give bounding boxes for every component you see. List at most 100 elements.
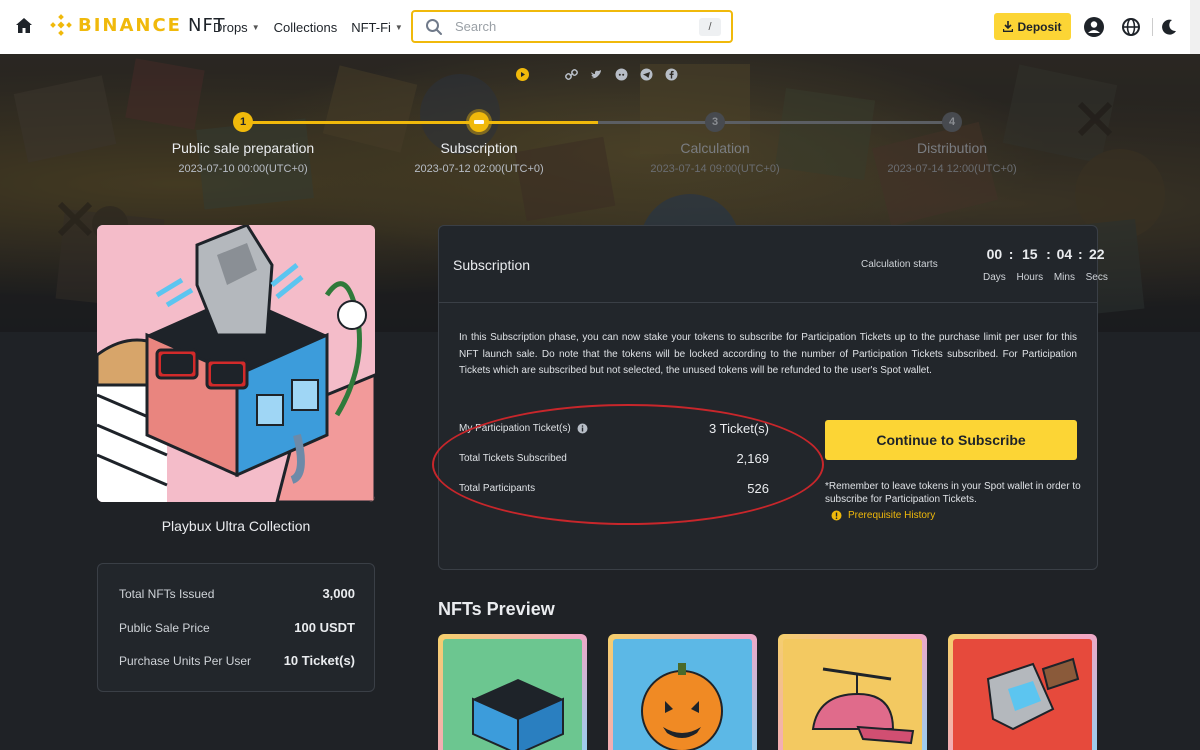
step-4-marker: 4 [942, 112, 962, 132]
step-2-date: 2023-07-12 02:00(UTC+0) [414, 163, 544, 175]
globe-icon[interactable] [1120, 16, 1142, 38]
countdown-mins-value: 04 [1056, 246, 1073, 262]
prerequisite-history-label: Prerequisite History [848, 510, 936, 521]
countdown-secs: 22 Secs [1086, 246, 1108, 283]
scrollbar-track[interactable] [1190, 0, 1200, 54]
countdown-hours-value: 15 [1022, 246, 1038, 262]
nft-preview-image [443, 639, 582, 750]
twitter-icon[interactable] [590, 68, 603, 81]
header-divider [1152, 18, 1153, 36]
countdown-secs-unit: Secs [1085, 272, 1108, 283]
caret-down-icon: ▼ [394, 22, 403, 32]
stat-public-sale-price: Public Sale Price 100 USDT [119, 620, 355, 635]
total-participants-value: 526 [747, 481, 769, 496]
nav-collections-label: Collections [273, 19, 338, 35]
binance-nft-logo[interactable]: BINANCE NFT [50, 14, 225, 36]
nav-nft-fi[interactable]: NFT-Fi ▼ [351, 20, 403, 35]
total-tickets-value: 2,169 [736, 451, 769, 466]
search-shortcut-key: / [699, 18, 721, 36]
stat-label: Total NFTs Issued [119, 586, 215, 601]
countdown-timer: 00 Days : 15 Hours : 04 Mins : 22 Secs [983, 246, 1108, 283]
step-2-title: Subscription [440, 140, 518, 156]
deposit-button[interactable]: Deposit [994, 13, 1071, 40]
nft-preview-card[interactable] [778, 634, 927, 750]
step-2-marker [469, 112, 489, 132]
collection-cover-image[interactable] [97, 225, 375, 502]
countdown-secs-value: 22 [1088, 246, 1105, 262]
nft-preview-card[interactable] [948, 634, 1097, 750]
countdown-mins: 04 Mins [1054, 246, 1075, 283]
facebook-icon[interactable] [665, 68, 678, 81]
countdown-separator: : [1046, 246, 1051, 262]
stat-value: 10 Ticket(s) [283, 653, 355, 668]
countdown-days-unit: Days [983, 272, 1006, 283]
user-icon[interactable] [1083, 16, 1105, 38]
countdown-days-value: 00 [986, 246, 1003, 262]
step-1-title: Public sale preparation [171, 140, 315, 156]
top-navigation-bar: BINANCE NFT Drops ▼ Collections NFT-Fi ▼ … [0, 0, 1200, 54]
stat-value: 100 USDT [294, 620, 355, 635]
nav-drops[interactable]: Drops ▼ [213, 20, 260, 35]
main-nav: Drops ▼ Collections NFT-Fi ▼ [213, 0, 403, 54]
countdown-hours: 15 Hours [1016, 246, 1043, 283]
step-3-marker: 3 [705, 112, 725, 132]
continue-to-subscribe-button[interactable]: Continue to Subscribe [825, 420, 1077, 460]
nft-preview-image [783, 639, 922, 750]
nft-art-pumpkin [641, 663, 723, 750]
subscription-title: Subscription [453, 257, 531, 273]
download-icon [1003, 21, 1014, 32]
nft-art-cube [472, 679, 564, 750]
search-icon [426, 18, 442, 35]
telegram-icon[interactable] [640, 68, 653, 81]
countdown-separator: : [1008, 246, 1014, 262]
stat-label: Public Sale Price [119, 620, 210, 635]
deposit-label: Deposit [1017, 19, 1062, 34]
collection-stats-card: Total NFTs Issued 3,000 Public Sale Pric… [97, 563, 375, 692]
nft-preview-image [613, 639, 752, 750]
progress-line-complete [243, 121, 598, 124]
nav-collections[interactable]: Collections [274, 20, 338, 35]
nft-preview-image [953, 639, 1092, 750]
play-icon[interactable] [516, 68, 529, 81]
total-tickets-row: Total Tickets Subscribed 2,169 [459, 451, 769, 466]
binance-logo-icon [50, 14, 72, 36]
search-input[interactable] [455, 19, 695, 34]
countdown-hours-unit: Hours [1016, 272, 1044, 283]
link-icon[interactable] [565, 68, 578, 81]
nfts-preview-title: NFTs Preview [438, 599, 555, 619]
logo-text: BINANCE NFT [78, 14, 226, 36]
caret-down-icon: ▼ [251, 22, 260, 32]
home-icon[interactable] [14, 16, 34, 36]
step-3-date: 2023-07-14 09:00(UTC+0) [650, 163, 780, 175]
discord-icon[interactable] [615, 68, 628, 81]
nft-preview-card[interactable] [438, 634, 587, 750]
my-tickets-label-group: My Participation Ticket(s) [459, 423, 588, 434]
total-participants-label: Total Participants [459, 483, 536, 494]
countdown-mins-unit: Mins [1053, 272, 1075, 283]
search-box: / [411, 10, 733, 43]
my-tickets-value: 3 Ticket(s) [709, 421, 769, 436]
subscription-panel: Subscription Calculation starts 00 Days … [438, 225, 1108, 570]
countdown-separator: : [1077, 246, 1083, 262]
nft-preview-card[interactable] [608, 634, 757, 750]
step-3-title: Calculation [680, 140, 750, 156]
nav-drops-label: Drops [213, 19, 248, 35]
step-4-title: Distribution [916, 140, 988, 156]
stat-label: Purchase Units Per User [119, 653, 252, 668]
nft-art-hammer [986, 657, 1080, 731]
stat-purchase-units: Purchase Units Per User 10 Ticket(s) [119, 653, 355, 668]
my-tickets-row: My Participation Ticket(s) 3 Ticket(s) [459, 421, 769, 436]
collection-cover-art [97, 225, 375, 502]
total-participants-row: Total Participants 526 [459, 481, 769, 496]
social-links [516, 68, 678, 81]
subscription-description: In this Subscription phase, you can now … [459, 332, 1077, 376]
prerequisite-history-link[interactable]: Prerequisite History [831, 510, 935, 521]
my-tickets-label: My Participation Ticket(s) [459, 423, 571, 434]
info-icon[interactable] [577, 423, 588, 434]
collection-name: Playbux Ultra Collection [161, 518, 311, 534]
nft-art-cap [811, 667, 915, 745]
step-1-marker: 1 [233, 112, 253, 132]
countdown-days: 00 Days [983, 246, 1006, 283]
stat-value: 3,000 [322, 586, 355, 601]
moon-icon[interactable] [1158, 16, 1180, 38]
